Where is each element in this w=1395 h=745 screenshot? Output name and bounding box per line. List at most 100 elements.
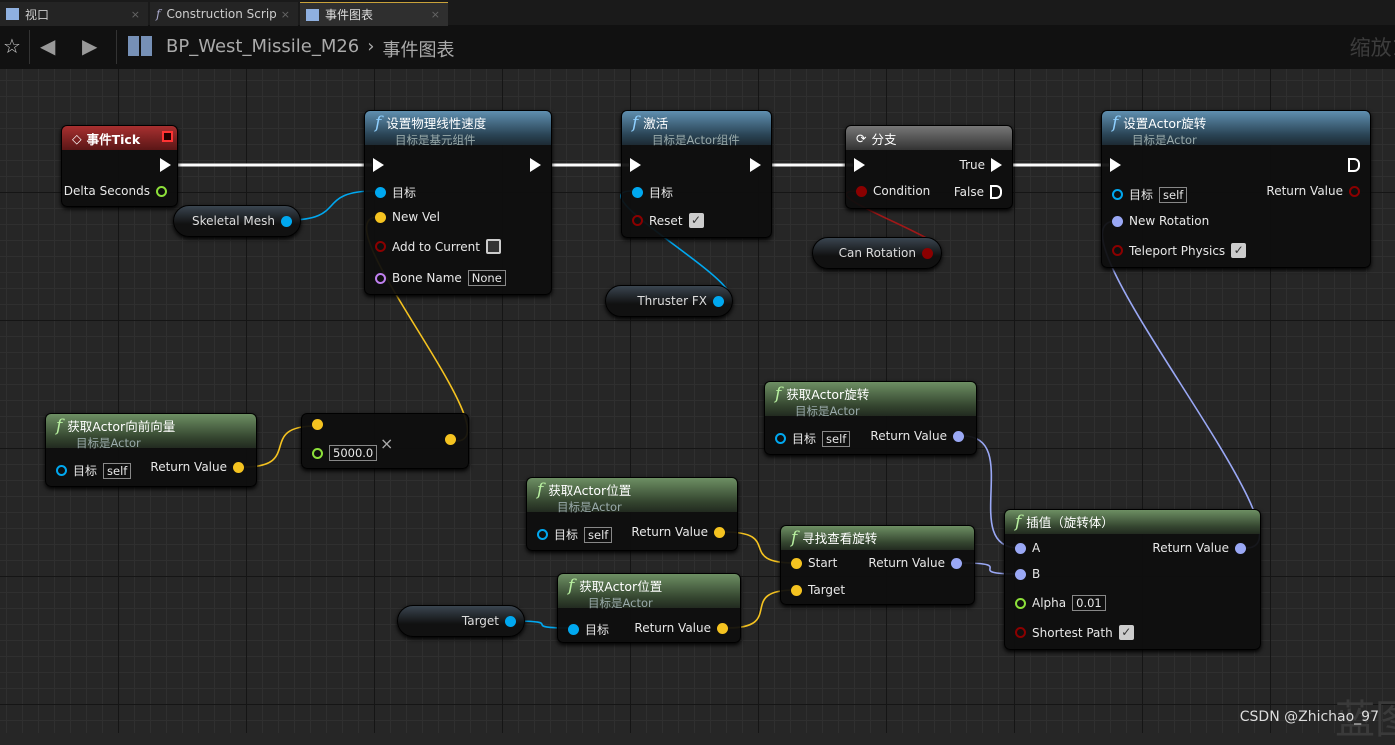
close-tab-icon[interactable]: ×: [131, 8, 140, 21]
back-arrow-icon[interactable]: ◀: [40, 34, 55, 58]
node-subtitle: 目标是Actor: [1132, 133, 1197, 147]
pin: Return Value: [868, 556, 962, 570]
object-pin-icon[interactable]: [632, 187, 643, 198]
bool-pin-icon[interactable]: [1349, 185, 1360, 197]
rotator-pin-icon[interactable]: [1112, 215, 1123, 227]
node-getloc1[interactable]: f 获取Actor位置 目标是Actor 目标 self Return Value: [526, 477, 738, 551]
multiply-icon: ×: [380, 434, 394, 453]
breadcrumb-graph[interactable]: 事件图表: [382, 36, 454, 62]
event-diamond-icon: ◇: [72, 131, 82, 146]
node-setrot[interactable]: f 设置Actor旋转 目标是Actor 目标 self Return Value New …: [1101, 110, 1371, 268]
pin-default-value[interactable]: None: [467, 270, 506, 286]
exec-pin-icon[interactable]: [991, 158, 1002, 172]
node-header: f 设置Actor旋转 目标是Actor: [1102, 111, 1370, 147]
exec-pin-icon[interactable]: [1348, 158, 1360, 172]
exec-pin-icon[interactable]: [990, 185, 1002, 199]
variable-skeletal[interactable]: Skeletal Mesh: [173, 205, 301, 237]
rotator-pin-icon[interactable]: [951, 557, 962, 569]
node-branch[interactable]: ⟳ 分支 Condition True False: [845, 125, 1013, 209]
variable-pin-icon[interactable]: [505, 615, 516, 627]
tab-1[interactable]: f Construction Scrip ×: [150, 2, 298, 26]
close-tab-icon[interactable]: ×: [281, 8, 290, 21]
node-getloc2[interactable]: f 获取Actor位置 目标是Actor 目标 Return Value: [557, 573, 741, 643]
pin-default-value[interactable]: self: [822, 430, 851, 447]
pin-default-value[interactable]: self: [584, 526, 613, 543]
float-pin-icon[interactable]: [312, 447, 323, 459]
object-pin-icon[interactable]: [1112, 189, 1123, 200]
bool-pin-icon[interactable]: [632, 215, 643, 226]
bool-pin-icon[interactable]: [1112, 245, 1123, 256]
favorite-star-icon[interactable]: ☆: [3, 34, 21, 58]
pin: [373, 158, 384, 172]
name-pin-icon[interactable]: [375, 272, 386, 284]
object-pin-icon[interactable]: [568, 624, 579, 635]
pin-label: 目标: [649, 186, 674, 200]
pin: Shortest Path ✓: [1015, 625, 1134, 640]
pin: 目标: [568, 621, 609, 638]
checkbox[interactable]: ✓: [1231, 243, 1247, 258]
node-subtitle: 目标是Actor: [557, 500, 622, 514]
object-pin-icon[interactable]: [775, 433, 786, 444]
object-pin-icon[interactable]: [56, 465, 67, 476]
rotator-pin-icon[interactable]: [1235, 542, 1246, 554]
pin: Return Value: [870, 429, 964, 443]
exec-pin-icon[interactable]: [530, 158, 541, 172]
exec-pin-icon[interactable]: [750, 158, 761, 172]
vector-pin-icon[interactable]: [375, 211, 386, 223]
checkbox[interactable]: ✓: [1118, 625, 1134, 640]
tab-0[interactable]: 视口 ×: [0, 2, 148, 26]
close-tab-icon[interactable]: ×: [431, 8, 440, 21]
vector-pin-icon[interactable]: [714, 526, 725, 538]
bool-pin-icon[interactable]: [856, 185, 867, 197]
vector-pin-icon[interactable]: [717, 622, 728, 634]
exec-pin-icon[interactable]: [160, 158, 171, 172]
node-findlook[interactable]: f 寻找查看旋转 Start Target Return Value: [780, 525, 975, 605]
vector-pin-icon[interactable]: [791, 584, 802, 596]
breadcrumb-blueprint[interactable]: BP_West_Missile_M26: [166, 36, 359, 62]
node-multiply[interactable]: 5000.0 ×: [301, 413, 469, 469]
pin-label: Start: [808, 556, 838, 570]
node-tick[interactable]: ◇ 事件Tick Delta Seconds: [61, 125, 178, 207]
pin-default-value[interactable]: 5000.0: [329, 445, 378, 461]
variable-pin-icon[interactable]: [713, 295, 724, 307]
node-getrot[interactable]: f 获取Actor旋转 目标是Actor 目标 self Return Value: [764, 381, 977, 455]
exec-pin-icon[interactable]: [630, 158, 641, 172]
node-activate[interactable]: f 激活 目标是Actor组件 目标 Reset ✓: [621, 110, 772, 238]
variable-canrot[interactable]: Can Rotation: [812, 237, 942, 269]
object-pin-icon[interactable]: [375, 187, 386, 198]
node-getfwd[interactable]: f 获取Actor向前向量 目标是Actor 目标 self Return Value: [45, 413, 257, 487]
pin-label: Return Value: [870, 429, 947, 443]
variable-pin-icon[interactable]: [922, 247, 933, 259]
checkbox[interactable]: [485, 239, 501, 254]
node-setvel[interactable]: f 设置物理线性速度 目标是基元组件 目标 New Vel Add to Current B…: [364, 110, 552, 295]
checkbox[interactable]: ✓: [688, 213, 704, 228]
variable-pin-icon[interactable]: [281, 215, 292, 227]
pin: 目标 self: [775, 430, 851, 447]
rotator-pin-icon[interactable]: [1015, 542, 1026, 554]
vector-pin-icon[interactable]: [233, 461, 244, 473]
node-lerp[interactable]: f 插值（旋转体） A B Alpha 0.01 Shortest Path ✓ Return …: [1004, 509, 1261, 650]
rotator-pin-icon[interactable]: [953, 430, 964, 442]
float-pin-icon[interactable]: [156, 185, 167, 197]
blueprint-icon: [128, 36, 152, 56]
variable-target[interactable]: Target: [397, 605, 525, 637]
function-icon: f: [1015, 511, 1022, 532]
vector-pin-icon[interactable]: [312, 419, 323, 430]
exec-pin-icon[interactable]: [854, 158, 865, 172]
vector-pin-icon[interactable]: [791, 557, 802, 569]
rotator-pin-icon[interactable]: [1015, 568, 1026, 580]
bool-pin-icon[interactable]: [1015, 627, 1026, 638]
pin-default-value[interactable]: self: [103, 462, 132, 479]
float-pin-icon[interactable]: [1015, 597, 1026, 609]
bool-pin-icon[interactable]: [375, 241, 386, 252]
variable-thruster[interactable]: Thruster FX: [605, 285, 733, 317]
object-pin-icon[interactable]: [537, 529, 548, 540]
pin-default-value[interactable]: 0.01: [1072, 595, 1106, 611]
vector-pin-icon[interactable]: [445, 434, 456, 445]
tab-2[interactable]: 事件图表 ×: [300, 2, 448, 26]
breadcrumb-separator: ›: [367, 36, 375, 57]
exec-pin-icon[interactable]: [373, 158, 384, 172]
pin-default-value[interactable]: self: [1159, 186, 1188, 203]
forward-arrow-icon[interactable]: ▶: [82, 34, 97, 58]
exec-pin-icon[interactable]: [1110, 158, 1121, 172]
